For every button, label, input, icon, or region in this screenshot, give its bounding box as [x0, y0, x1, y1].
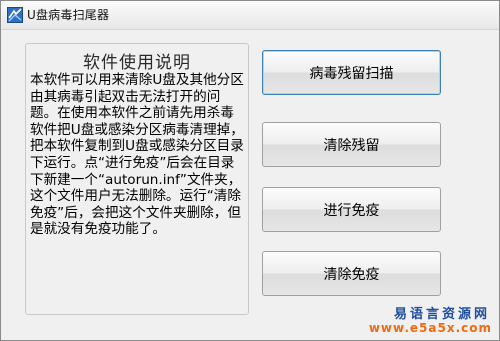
watermark-url: www.e5a5x.com [368, 321, 492, 335]
app-icon [7, 7, 23, 23]
app-window: U盘病毒扫尾器 软件使用说明 本软件可以用来清除U盘及其他分区由其病毒引起双击无… [0, 0, 500, 341]
instructions-text: 本软件可以用来清除U盘及其他分区由其病毒引起双击无法打开的问题。在使用本软件之前… [30, 72, 244, 238]
immunize-button[interactable]: 进行免疫 [262, 187, 441, 232]
remove-immunity-button[interactable]: 清除免疫 [262, 251, 441, 296]
title-bar[interactable]: U盘病毒扫尾器 [1, 1, 499, 30]
instructions-panel: 软件使用说明 本软件可以用来清除U盘及其他分区由其病毒引起双击无法打开的问题。在… [25, 43, 249, 315]
site-watermark: 易语言资源网 www.e5a5x.com [369, 300, 500, 341]
watermark-site-name: 易语言资源网 [393, 307, 490, 322]
instructions-heading: 软件使用说明 [83, 53, 191, 73]
window-title: U盘病毒扫尾器 [27, 8, 110, 22]
clear-residue-button[interactable]: 清除残留 [262, 122, 441, 167]
scan-residue-button[interactable]: 病毒残留扫描 [262, 50, 441, 95]
